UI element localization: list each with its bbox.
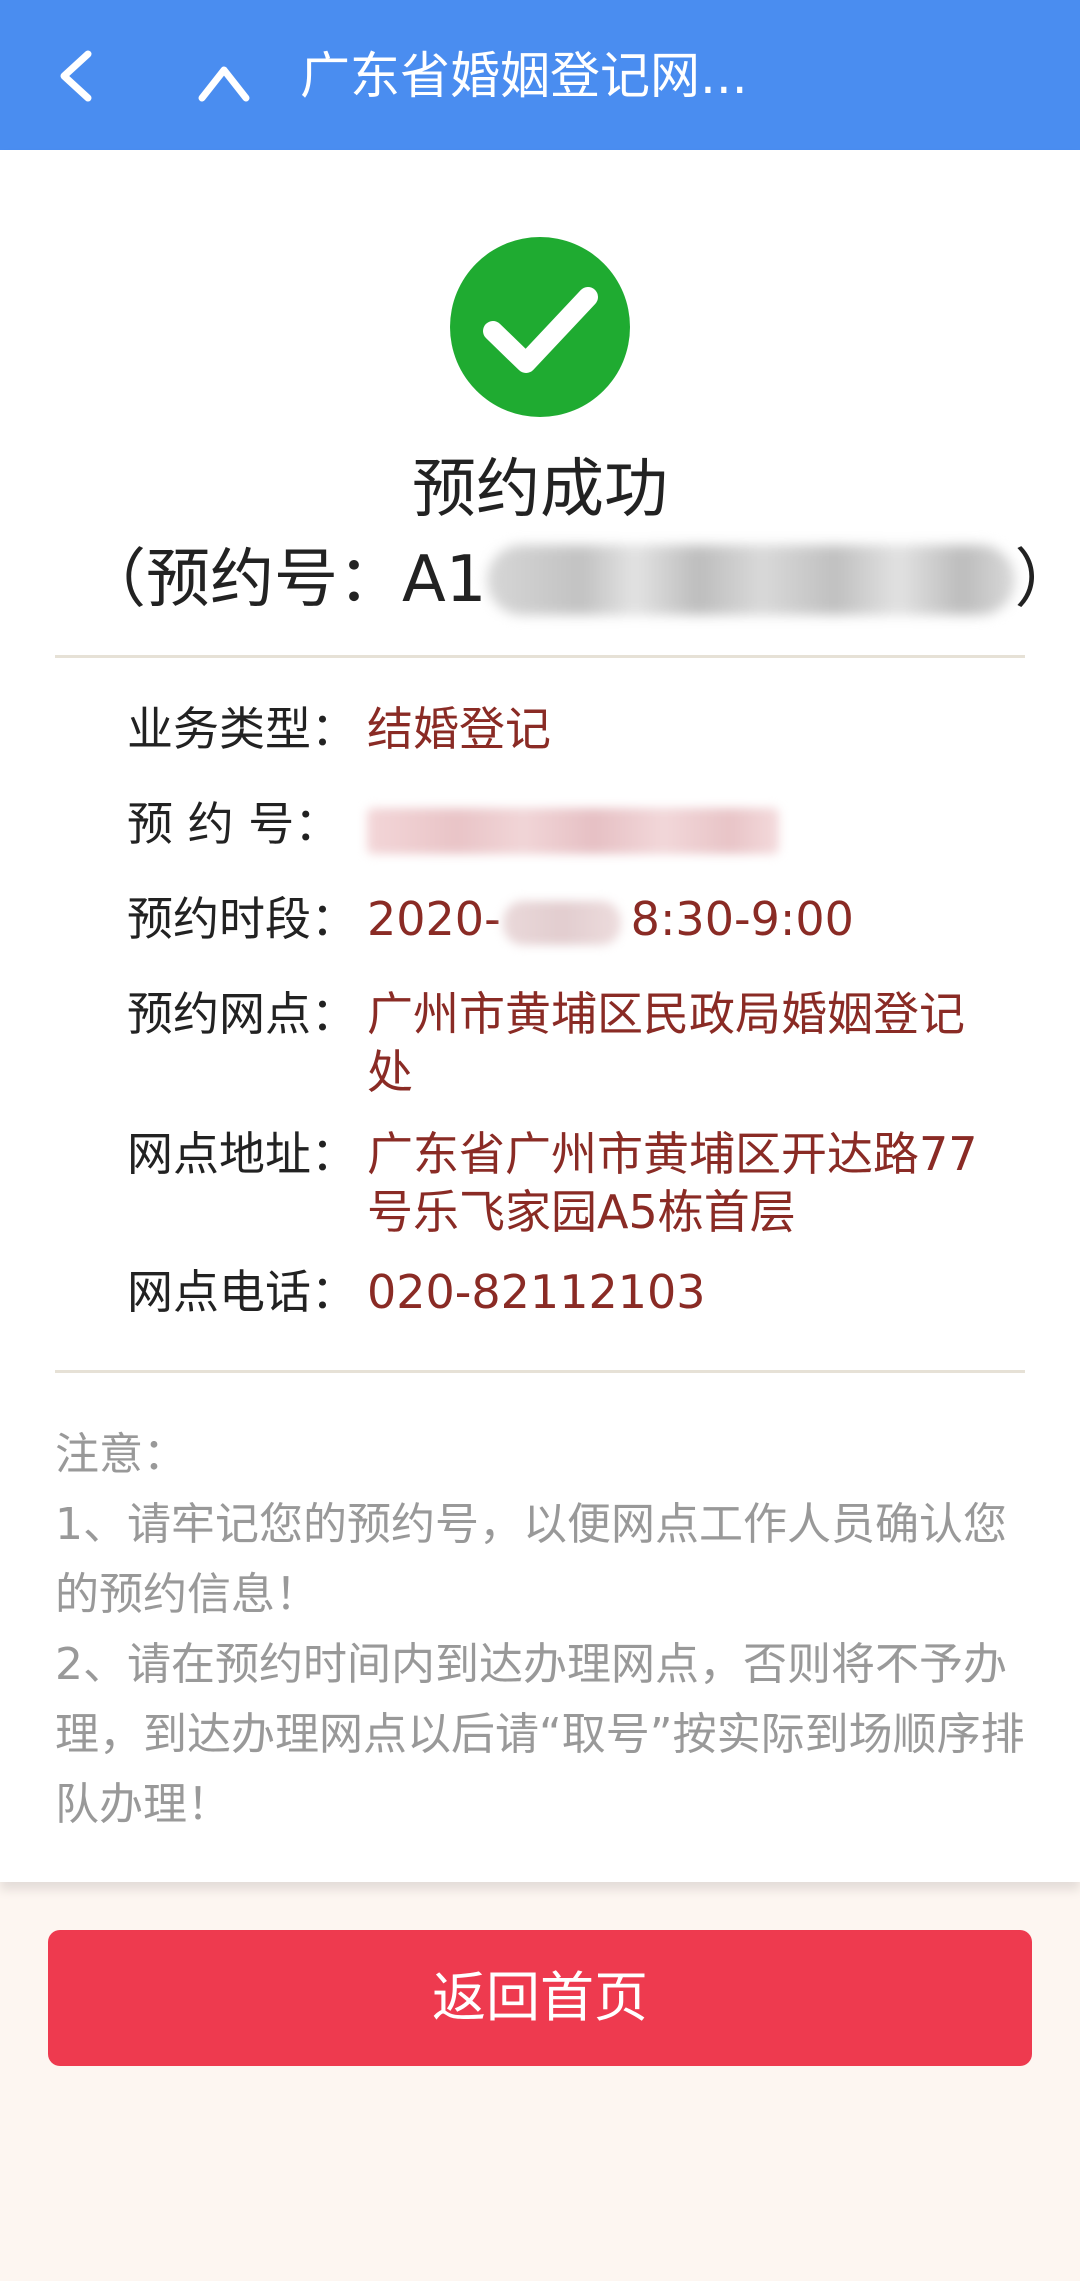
return-home-button[interactable]: 返回首页 — [48, 1930, 1032, 2066]
booking-number-prefix: （预约号：A1 — [82, 543, 487, 617]
redacted-booking-number — [486, 545, 1015, 615]
booking-number-suffix: ） — [1014, 543, 1079, 617]
phone-value: 020-82112103 — [367, 1265, 706, 1319]
business-type-value: 结婚登记 — [367, 702, 551, 756]
redacted-booking-number-detail — [367, 807, 779, 854]
business-type-label: 业务类型： — [127, 702, 357, 756]
page-title: 广东省婚姻登记网... — [300, 47, 748, 105]
office-value: 广州市黄埔区民政局婚姻登记处 — [367, 987, 965, 1099]
booking-number-value — [367, 795, 1009, 854]
chevron-up-icon[interactable] — [196, 60, 252, 104]
note-item-1: 1、请牢记您的预约号，以便网点工作人员确认您的预约信息！ — [55, 1499, 1007, 1620]
notes-title: 注意： — [55, 1429, 187, 1480]
address-label: 网点地址： — [127, 1127, 357, 1181]
note-item-2: 2、请在预约时间内到达办理网点，否则将不予办理，到达办理网点以后请“取号”按实际… — [55, 1639, 1025, 1830]
office-label: 预约网点： — [127, 987, 357, 1041]
phone-label: 网点电话： — [127, 1265, 357, 1319]
back-chevron-icon[interactable] — [52, 48, 102, 104]
booking-number-line: （预约号：A1 ） — [82, 535, 1079, 625]
success-title: 预约成功 — [412, 453, 668, 527]
address-value: 广东省广州市黄埔区开达路77号乐飞家园A5栋首层 — [367, 1127, 978, 1239]
check-circle-icon — [448, 235, 632, 419]
time-slot-label: 预约时段： — [127, 892, 357, 946]
redacted-date — [502, 900, 621, 945]
notes-section: 注意： 1、请牢记您的预约号，以便网点工作人员确认您的预约信息！ 2、请在预约时… — [55, 1420, 1025, 1840]
booking-number-label: 预 约 号： — [127, 797, 341, 851]
time-slot-date-prefix: 2020- — [367, 892, 501, 946]
time-slot-range: 8:30-9:00 — [630, 892, 854, 946]
time-slot-value: 2020- 8:30-9:00 — [367, 890, 1009, 948]
top-app-bar: 广东省婚姻登记网... — [0, 0, 1080, 150]
divider-top — [55, 655, 1025, 658]
booking-result-card: 预约成功 （预约号：A1 ） 业务类型： 结婚登记 预 约 号： 预约时段： 20… — [0, 150, 1080, 1882]
divider-bottom — [55, 1370, 1025, 1373]
